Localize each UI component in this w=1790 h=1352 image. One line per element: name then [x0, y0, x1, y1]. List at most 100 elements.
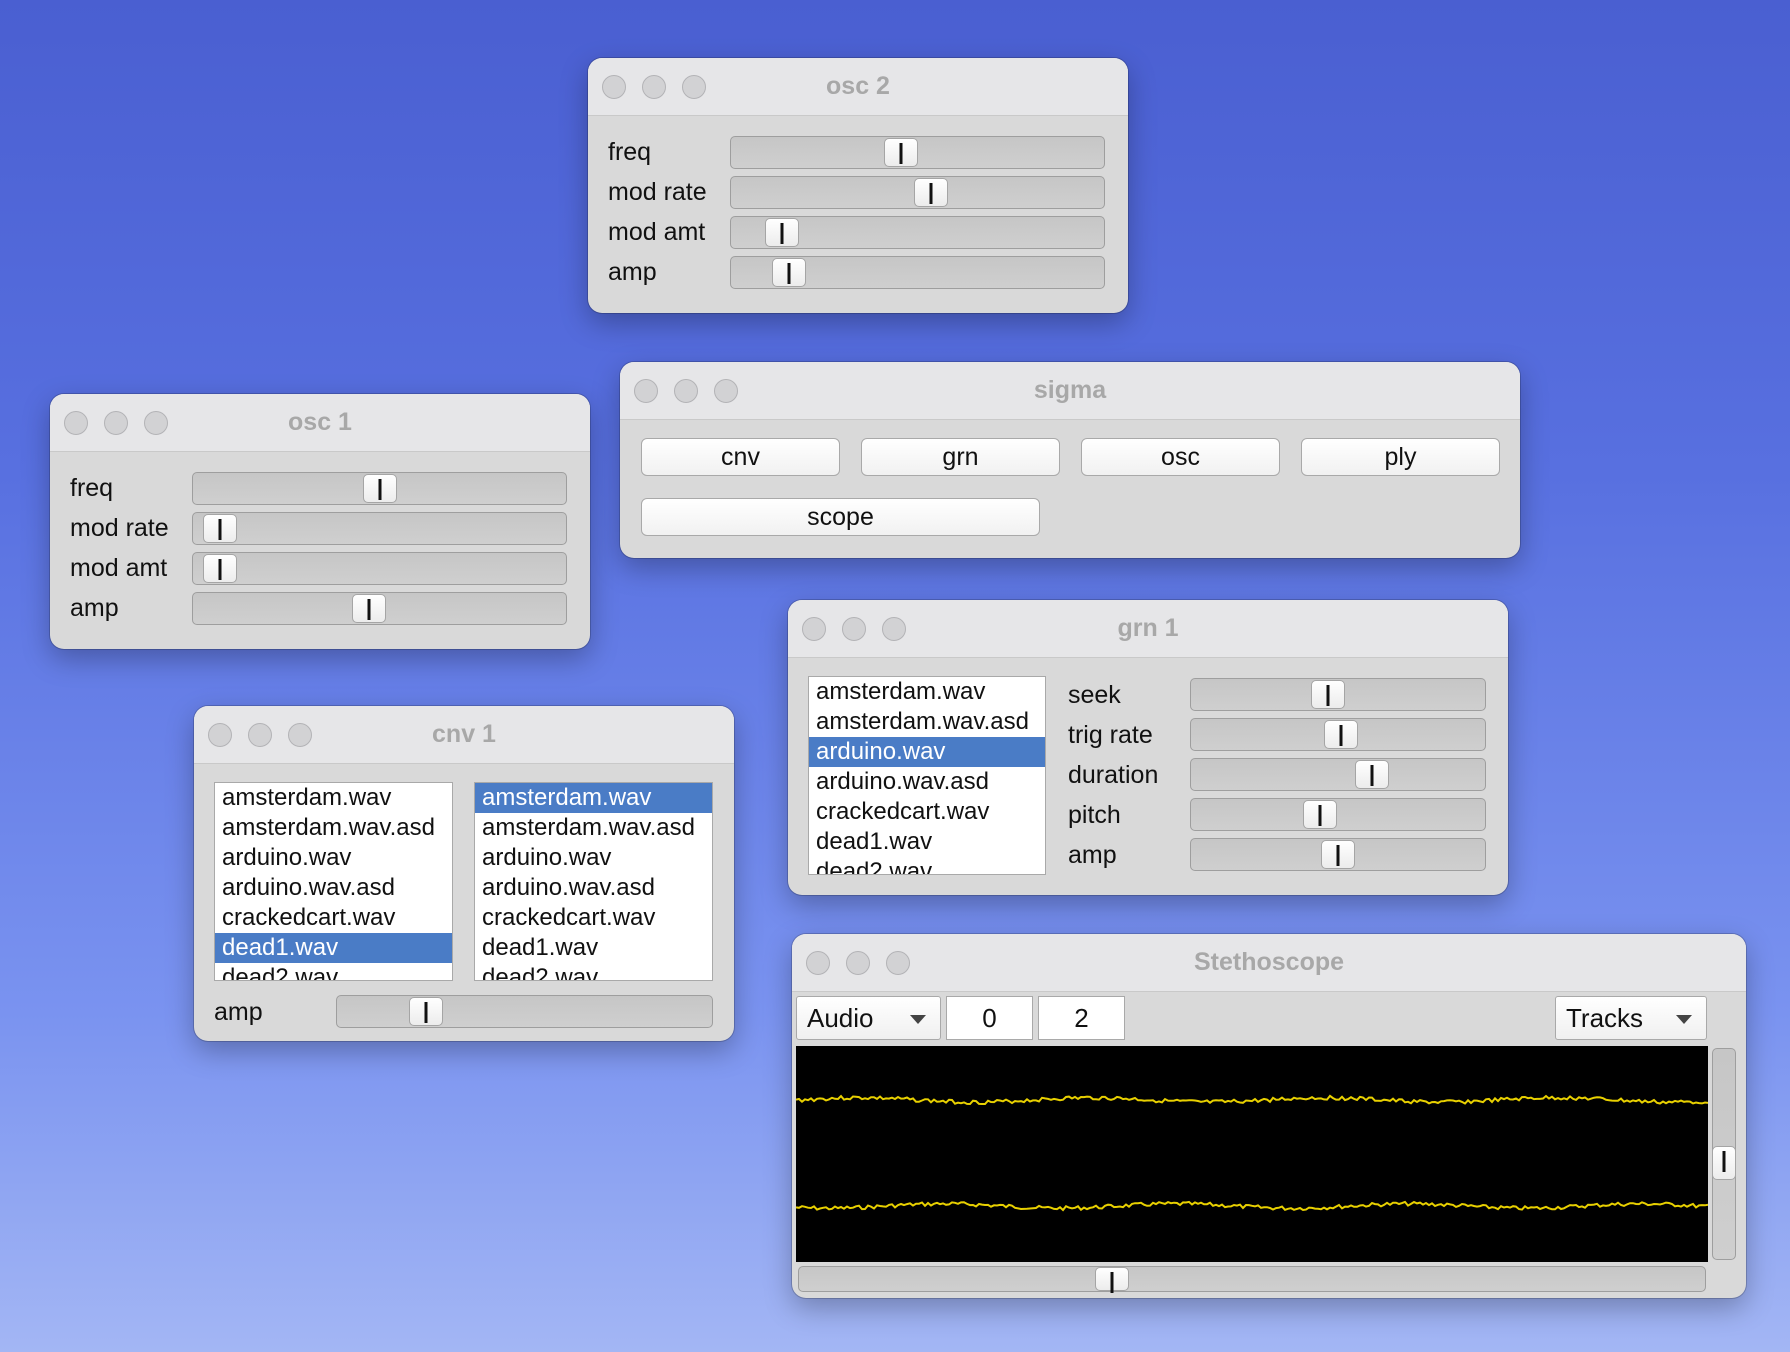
cnv1-titlebar[interactable]: cnv 1	[194, 706, 734, 764]
ply-button[interactable]: ply	[1301, 438, 1500, 476]
window-title: Stethoscope	[1193, 948, 1345, 976]
label-mod-rate: mod rate	[70, 514, 169, 542]
list-item[interactable]: amsterdam.wav.asd	[215, 813, 452, 843]
amp-slider[interactable]	[1190, 838, 1486, 871]
grn-file-list[interactable]: amsterdam.wav amsterdam.wav.asd arduino.…	[808, 676, 1046, 875]
list-item[interactable]: dead2.wav	[215, 963, 452, 980]
scope-display	[796, 1046, 1708, 1262]
window-title: cnv 1	[432, 720, 496, 748]
label-seek: seek	[1068, 681, 1121, 709]
list-item[interactable]: arduino.wav.asd	[215, 873, 452, 903]
list-item[interactable]: amsterdam.wav	[215, 783, 452, 813]
mod-rate-slider[interactable]	[730, 176, 1105, 209]
rate-select-value: Audio	[807, 1003, 874, 1033]
amp-slider[interactable]	[730, 256, 1105, 289]
slider-knob[interactable]	[771, 258, 806, 287]
list-item[interactable]: crackedcart.wav	[809, 797, 1045, 827]
label-freq: freq	[608, 138, 652, 166]
osc2-window: osc 2 freq mod rate mod amt amp	[588, 58, 1128, 313]
slider-knob[interactable]	[1302, 800, 1337, 829]
list-item[interactable]: amsterdam.wav	[809, 677, 1045, 707]
style-select[interactable]: Tracks	[1555, 996, 1707, 1040]
slider-knob[interactable]	[914, 178, 949, 207]
duration-slider[interactable]	[1190, 758, 1486, 791]
sigma-titlebar[interactable]: sigma	[620, 362, 1520, 420]
list-item[interactable]: crackedcart.wav	[215, 903, 452, 933]
osc2-titlebar[interactable]: osc 2	[588, 58, 1128, 116]
slider-knob[interactable]	[203, 514, 238, 543]
grn1-window: grn 1 amsterdam.wav amsterdam.wav.asd ar…	[788, 600, 1508, 895]
freq-slider[interactable]	[730, 136, 1105, 169]
slider-knob[interactable]	[1354, 760, 1389, 789]
scope-background	[796, 1046, 1708, 1262]
scope-button[interactable]: scope	[641, 498, 1040, 536]
cnv-button[interactable]: cnv	[641, 438, 840, 476]
window-title: osc 1	[288, 408, 352, 436]
grn1-titlebar[interactable]: grn 1	[788, 600, 1508, 658]
stethoscope-window: Stethoscope Audio 0 2 Tracks	[792, 934, 1746, 1298]
list-item[interactable]: dead1.wav	[809, 827, 1045, 857]
trig-rate-slider[interactable]	[1190, 718, 1486, 751]
seek-slider[interactable]	[1190, 678, 1486, 711]
slider-knob[interactable]	[1310, 680, 1345, 709]
horizontal-zoom-slider[interactable]	[798, 1266, 1706, 1292]
list-item[interactable]: arduino.wav.asd	[809, 767, 1045, 797]
amp-slider[interactable]	[192, 592, 567, 625]
cnv-file-list-a[interactable]: amsterdam.wav amsterdam.wav.asd arduino.…	[214, 782, 453, 981]
label-amp: amp	[1068, 841, 1117, 869]
list-item[interactable]: dead2.wav	[809, 857, 1045, 874]
pitch-slider[interactable]	[1190, 798, 1486, 831]
mod-amt-slider[interactable]	[730, 216, 1105, 249]
list-item[interactable]: dead1.wav	[475, 933, 712, 963]
list-item[interactable]: arduino.wav	[809, 737, 1045, 767]
slider-knob[interactable]	[1321, 840, 1355, 869]
list-item[interactable]: amsterdam.wav	[475, 783, 712, 813]
sigma-window: sigma cnv grn osc ply scope	[620, 362, 1520, 558]
list-item[interactable]: amsterdam.wav.asd	[475, 813, 712, 843]
osc1-titlebar[interactable]: osc 1	[50, 394, 590, 452]
stethoscope-titlebar[interactable]: Stethoscope	[792, 934, 1746, 992]
list-item[interactable]: dead2.wav	[475, 963, 712, 980]
slider-knob[interactable]	[1095, 1267, 1130, 1291]
first-channel-field[interactable]: 0	[946, 996, 1033, 1040]
list-item[interactable]: crackedcart.wav	[475, 903, 712, 933]
chevron-down-icon	[1676, 1015, 1692, 1024]
label-amp: amp	[608, 258, 657, 286]
cnv1-window: cnv 1 amsterdam.wav amsterdam.wav.asd ar…	[194, 706, 734, 1041]
cnv-file-list-b[interactable]: amsterdam.wav amsterdam.wav.asd arduino.…	[474, 782, 713, 981]
label-amp: amp	[70, 594, 119, 622]
label-amp: amp	[214, 998, 263, 1026]
list-item[interactable]: amsterdam.wav.asd	[809, 707, 1045, 737]
list-item[interactable]: dead1.wav	[215, 933, 452, 963]
channel-count-field[interactable]: 2	[1038, 996, 1125, 1040]
vertical-zoom-slider[interactable]	[1712, 1048, 1736, 1260]
osc-button[interactable]: osc	[1081, 438, 1280, 476]
window-title: grn 1	[1117, 614, 1179, 642]
style-select-value: Tracks	[1566, 1003, 1644, 1033]
rate-select[interactable]: Audio	[796, 996, 941, 1040]
label-mod-amt: mod amt	[608, 218, 706, 246]
label-duration: duration	[1068, 761, 1159, 789]
list-item[interactable]: arduino.wav.asd	[475, 873, 712, 903]
slider-knob[interactable]	[883, 138, 918, 167]
slider-knob[interactable]	[362, 474, 397, 503]
mod-amt-slider[interactable]	[192, 552, 567, 585]
amp-slider[interactable]	[336, 995, 713, 1028]
slider-knob[interactable]	[1712, 1145, 1736, 1180]
list-item[interactable]: arduino.wav	[475, 843, 712, 873]
window-title: sigma	[1033, 376, 1107, 404]
grn-button[interactable]: grn	[861, 438, 1060, 476]
label-trig-rate: trig rate	[1068, 721, 1153, 749]
list-item[interactable]: arduino.wav	[215, 843, 452, 873]
chevron-down-icon	[910, 1015, 926, 1024]
mod-rate-slider[interactable]	[192, 512, 567, 545]
freq-slider[interactable]	[192, 472, 567, 505]
slider-knob[interactable]	[352, 594, 387, 623]
slider-knob[interactable]	[203, 554, 238, 583]
label-mod-amt: mod amt	[70, 554, 168, 582]
slider-knob[interactable]	[764, 218, 799, 247]
label-freq: freq	[70, 474, 114, 502]
label-pitch: pitch	[1068, 801, 1121, 829]
slider-knob[interactable]	[1323, 720, 1358, 749]
slider-knob[interactable]	[408, 997, 443, 1026]
